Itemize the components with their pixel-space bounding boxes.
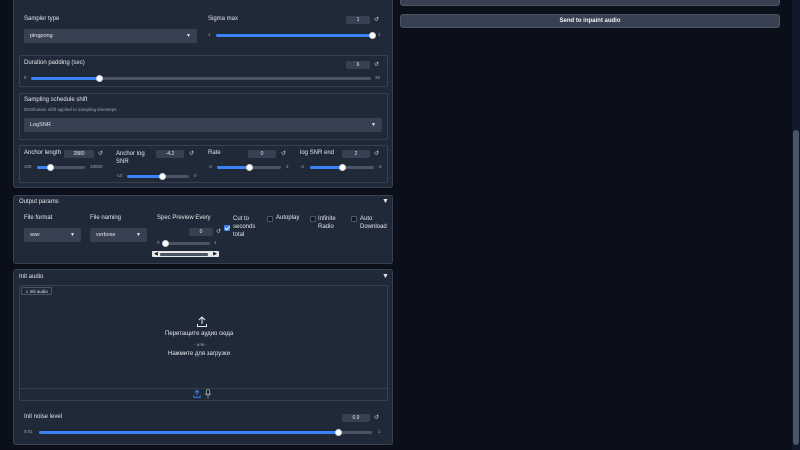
scroll-right-icon[interactable]: ▶ — [213, 251, 217, 257]
spec-preview-input[interactable]: 0 — [189, 228, 213, 236]
file-format-select[interactable]: wav ▼ — [24, 228, 81, 242]
duration-padding-label: Duration padding (sec) — [24, 60, 85, 66]
anchor-log-snr-min: -10 — [116, 173, 123, 178]
init-noise-input[interactable]: 0.9 — [342, 414, 370, 422]
auto-download-label[interactable]: Auto Download — [360, 215, 390, 231]
scroll-left-icon[interactable]: ◀ — [154, 251, 158, 257]
upload-icon[interactable] — [196, 316, 208, 328]
log-snr-end-label: log SNR end — [300, 150, 335, 156]
music-note-icon: ♫ — [25, 289, 29, 294]
anchor-length-input[interactable]: 2880 — [64, 150, 94, 158]
file-naming-label: File naming — [90, 215, 122, 221]
anchor-length-min: 100 — [24, 164, 32, 169]
sampler-type-value: pingpong — [30, 33, 53, 39]
collapse-icon[interactable]: ▼ — [382, 198, 389, 205]
slider-thumb[interactable] — [368, 32, 376, 39]
anchor-length-label: Anchor length — [24, 150, 62, 156]
duration-min: 0 — [24, 75, 27, 80]
schedule-shift-value: LogSNR — [30, 122, 51, 128]
infinite-radio-label[interactable]: Infinite Radio — [318, 215, 344, 231]
schedule-shift-description: Distribution shift applied to sampling t… — [24, 107, 117, 112]
infinite-radio-checkbox[interactable] — [310, 216, 316, 222]
schedule-shift-label: Sampling schedule shift — [24, 97, 88, 103]
anchor-log-snr-max: 0 — [194, 173, 197, 178]
reset-icon[interactable]: ↺ — [374, 150, 379, 157]
duration-padding-input[interactable]: 6 — [346, 61, 370, 69]
microphone-icon[interactable] — [204, 389, 212, 399]
auto-download-checkbox[interactable] — [351, 216, 357, 222]
send-to-inpaint-button[interactable]: Send to inpaint audio — [400, 14, 780, 28]
file-format-label: File format — [24, 215, 53, 221]
spec-preview-slider[interactable] — [161, 240, 210, 247]
anchor-length-max: 10000 — [90, 164, 103, 169]
slider-thumb[interactable] — [95, 75, 103, 82]
file-naming-value: verbose — [96, 232, 116, 238]
init-noise-label: Init noise level — [24, 414, 63, 420]
init-noise-slider[interactable] — [39, 429, 372, 436]
sigma-max-slider[interactable] — [216, 32, 376, 39]
spec-preview-label: Spec Preview Every — [157, 215, 211, 221]
page-scrollbar[interactable] — [792, 0, 800, 450]
rate-input[interactable]: 0 — [248, 150, 276, 158]
slider-thumb[interactable] — [245, 164, 253, 171]
log-snr-end-input[interactable]: 2 — [342, 150, 370, 158]
reset-icon[interactable]: ↺ — [281, 150, 286, 157]
chevron-down-icon: ▼ — [186, 33, 191, 39]
cut-to-seconds-label[interactable]: Cut to seconds total — [233, 215, 261, 239]
chevron-down-icon: ▼ — [371, 122, 376, 128]
upload-source-icon[interactable] — [193, 389, 201, 398]
schedule-shift-select[interactable]: LogSNR ▼ — [24, 118, 382, 132]
sigma-max-label: Sigma max — [208, 16, 239, 22]
init-noise-max: 1 — [378, 429, 381, 434]
reset-icon[interactable]: ↺ — [374, 16, 379, 23]
log-snr-end-slider[interactable] — [310, 164, 374, 171]
slider-thumb[interactable] — [46, 164, 54, 171]
sampler-type-select[interactable]: pingpong ▼ — [24, 29, 197, 43]
reset-icon[interactable]: ↺ — [98, 150, 103, 157]
sigma-max-min: 1 — [208, 32, 211, 37]
rate-max: 2 — [286, 164, 289, 169]
chevron-down-icon: ▼ — [136, 232, 141, 238]
file-format-value: wav — [30, 232, 40, 238]
sigma-max-input[interactable]: 1 — [346, 16, 370, 24]
rate-min: -2 — [208, 164, 213, 169]
output-params-title[interactable]: Output params — [19, 199, 59, 205]
spec-preview-max: 1 — [214, 240, 217, 245]
anchor-log-snr-input[interactable]: -4.2 — [156, 150, 184, 158]
reset-icon[interactable]: ↺ — [374, 61, 379, 68]
reset-icon[interactable]: ↺ — [374, 414, 379, 421]
collapse-icon[interactable]: ▼ — [382, 273, 389, 280]
reset-icon[interactable]: ↺ — [216, 228, 221, 235]
autoplay-checkbox[interactable] — [267, 216, 273, 222]
log-snr-end-max: 6 — [379, 164, 382, 169]
sigma-max-max: 1 — [378, 32, 381, 37]
duration-max: 30 — [375, 75, 381, 80]
init-audio-badge: ♫ Init audio — [21, 287, 52, 295]
duration-padding-slider[interactable] — [31, 75, 371, 82]
anchor-log-snr-slider[interactable] — [127, 173, 189, 180]
reset-icon[interactable]: ↺ — [189, 150, 194, 157]
rate-label: Rate — [208, 150, 221, 156]
chevron-down-icon: ▼ — [70, 232, 75, 238]
spec-preview-min: 0 — [157, 240, 160, 245]
rate-slider[interactable] — [217, 164, 281, 171]
cut-to-seconds-checkbox[interactable] — [224, 225, 230, 231]
click-to-upload-text: Нажмите для загрузки — [168, 351, 231, 357]
autoplay-label[interactable]: Autoplay — [276, 215, 299, 221]
file-naming-select[interactable]: verbose ▼ — [90, 228, 147, 242]
page-scrollbar-thumb[interactable] — [793, 130, 799, 445]
anchor-length-slider[interactable] — [37, 164, 85, 171]
anchor-log-snr-label: Anchor log SNR — [116, 151, 145, 165]
log-snr-end-min: -2 — [300, 164, 305, 169]
slider-thumb[interactable] — [338, 164, 346, 171]
slider-thumb[interactable] — [161, 240, 169, 247]
scrollbar-thumb[interactable] — [160, 252, 208, 256]
or-text: - или - — [194, 342, 208, 347]
init-noise-min: 0.01 — [24, 429, 33, 434]
drop-audio-text: Перетащите аудио сюда — [165, 331, 234, 337]
init-audio-title[interactable]: Init audio — [19, 274, 43, 280]
top-partial-button[interactable] — [400, 0, 780, 6]
sampler-type-label: Sampler type — [24, 16, 60, 22]
horizontal-scrollbar[interactable]: ◀ ▶ — [152, 251, 219, 257]
